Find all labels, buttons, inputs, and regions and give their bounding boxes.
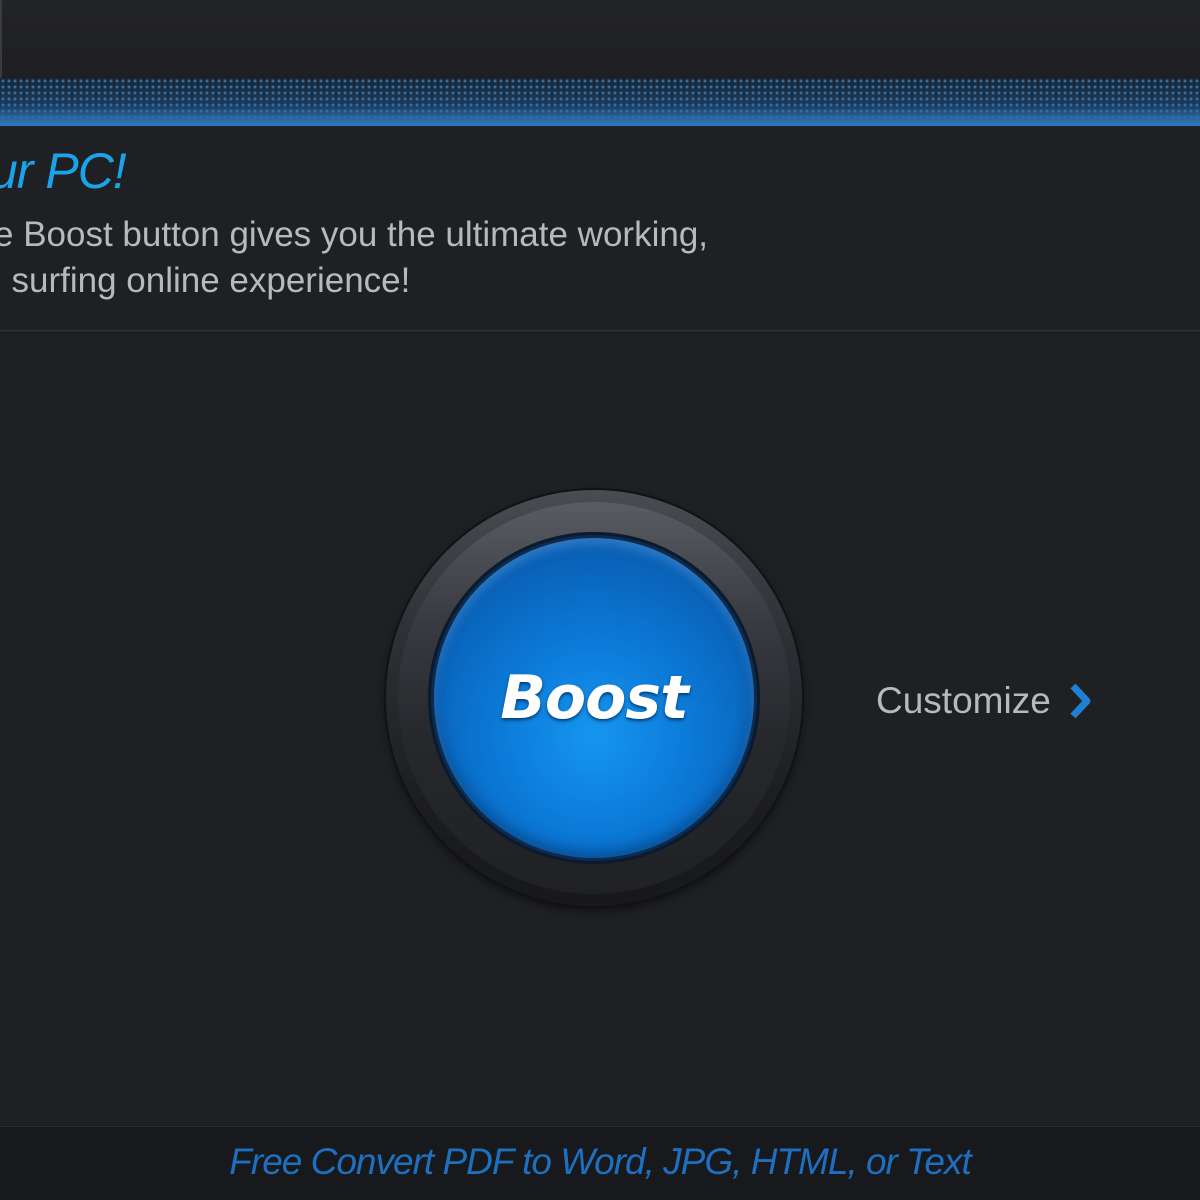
boost-ring: Boost — [398, 502, 790, 894]
description-line-2: l surfing online experience! — [0, 261, 411, 300]
customize-link[interactable]: Customize — [876, 680, 1093, 722]
boost-well: Boost — [428, 532, 760, 864]
boost-bezel: Boost — [386, 490, 802, 906]
title-bar — [0, 0, 1200, 78]
chevron-right-icon — [1070, 683, 1091, 719]
footer-promo-link[interactable]: Free Convert PDF to Word, JPG, HTML, or … — [0, 1141, 1200, 1183]
footer-bar: Free Convert PDF to Word, JPG, HTML, or … — [0, 1126, 1200, 1200]
section-divider — [0, 330, 1200, 333]
app-window: ur PC! e Boost button gives you the ulti… — [0, 0, 1200, 1200]
page-headline: ur PC! — [0, 143, 127, 199]
boost-button-label: Boost — [500, 663, 689, 733]
description-line-1: e Boost button gives you the ultimate wo… — [0, 215, 709, 254]
header-stripe — [0, 78, 1200, 126]
window-edge — [0, 0, 2, 78]
page-description: e Boost button gives you the ultimate wo… — [0, 212, 814, 304]
customize-label: Customize — [876, 680, 1051, 721]
boost-button[interactable]: Boost — [434, 538, 754, 858]
